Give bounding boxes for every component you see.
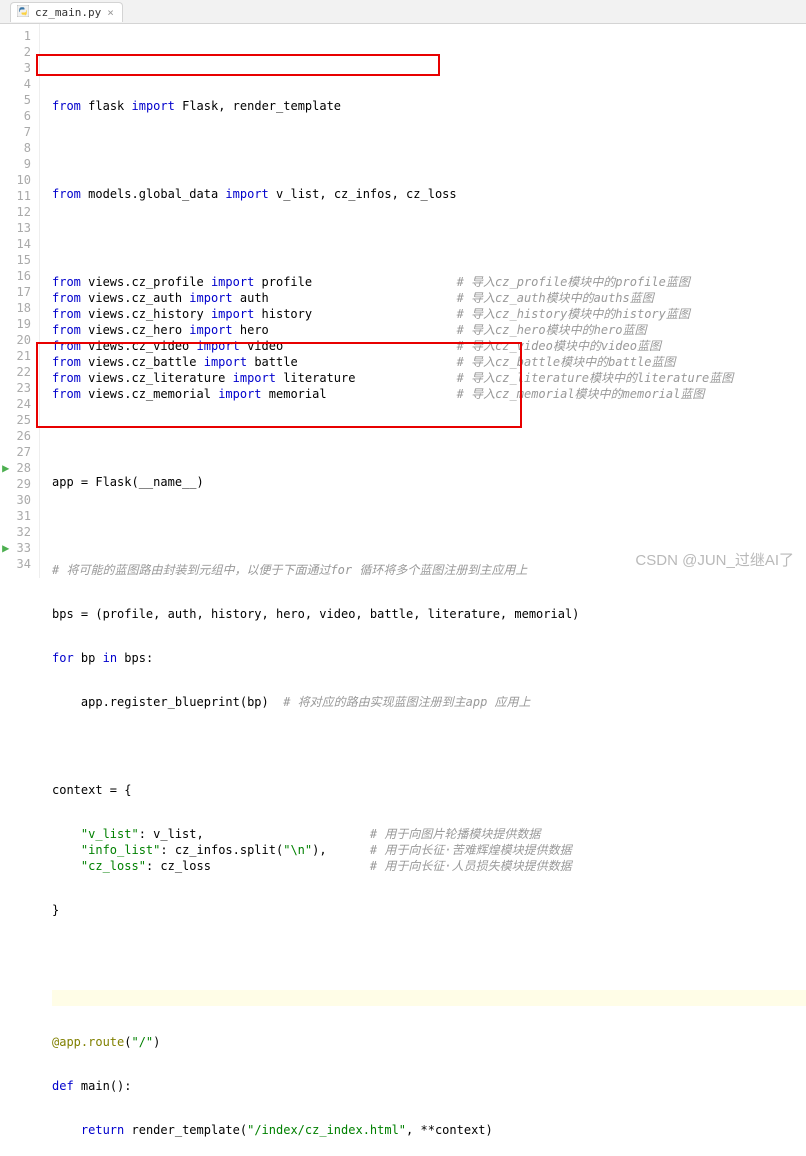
code-line: context = { xyxy=(52,782,806,798)
code-line: app = Flask(__name__) xyxy=(52,474,806,490)
code-editor[interactable]: 1234567891011121314151617181920212223242… xyxy=(0,24,806,578)
close-icon[interactable]: × xyxy=(107,6,114,19)
code-line: from views.cz_profile import profile # 导… xyxy=(52,274,806,290)
line-number: 8 xyxy=(0,140,31,156)
code-line: } xyxy=(52,902,806,918)
python-file-icon xyxy=(17,5,29,20)
line-number: 18 xyxy=(0,300,31,316)
code-line: "cz_loss": cz_loss # 用于向长征·人员损失模块提供数据 xyxy=(52,858,806,874)
line-number: 9 xyxy=(0,156,31,172)
line-number: ▶ 28 xyxy=(0,460,31,476)
code-line: "v_list": v_list, # 用于向图片轮播模块提供数据 xyxy=(52,826,806,842)
line-number: 24 xyxy=(0,396,31,412)
line-number: 3 xyxy=(0,60,31,76)
line-number: 27 xyxy=(0,444,31,460)
line-number: 21 xyxy=(0,348,31,364)
code-line: from flask import Flask, render_template xyxy=(52,98,806,114)
line-number: 31 xyxy=(0,508,31,524)
tab-filename: cz_main.py xyxy=(35,6,101,19)
file-tab[interactable]: cz_main.py × xyxy=(10,2,123,22)
highlight-box-1 xyxy=(36,54,440,76)
code-line: return render_template("/index/cz_index.… xyxy=(52,1122,806,1138)
line-number: 19 xyxy=(0,316,31,332)
code-line: # 将可能的蓝图路由封装到元组中，以便于下面通过for 循环将多个蓝图注册到主应… xyxy=(52,562,806,578)
line-number: 20 xyxy=(0,332,31,348)
line-number: 16 xyxy=(0,268,31,284)
line-number: 22 xyxy=(0,364,31,380)
line-number: 26 xyxy=(0,428,31,444)
code-line: "info_list": cz_infos.split("\n"), # 用于向… xyxy=(52,842,806,858)
code-line: from views.cz_history import history # 导… xyxy=(52,306,806,322)
line-number: 29 xyxy=(0,476,31,492)
line-number: 17 xyxy=(0,284,31,300)
line-number: 34 xyxy=(0,556,31,572)
code-line: for bp in bps: xyxy=(52,650,806,666)
line-number: 10 xyxy=(0,172,31,188)
line-number: 12 xyxy=(0,204,31,220)
line-number: 30 xyxy=(0,492,31,508)
code-line: @app.route("/") xyxy=(52,1034,806,1050)
line-gutter: 1234567891011121314151617181920212223242… xyxy=(0,24,40,578)
line-number: 7 xyxy=(0,124,31,140)
code-line: from views.cz_memorial import memorial #… xyxy=(52,386,806,402)
line-number: ▶ 33 xyxy=(0,540,31,556)
code-area[interactable]: from flask import Flask, render_template… xyxy=(40,24,806,578)
code-line: from views.cz_battle import battle # 导入c… xyxy=(52,354,806,370)
code-line: from views.cz_video import video # 导入cz_… xyxy=(52,338,806,354)
code-line: from views.cz_auth import auth # 导入cz_au… xyxy=(52,290,806,306)
line-number: 5 xyxy=(0,92,31,108)
line-number: 11 xyxy=(0,188,31,204)
line-number: 32 xyxy=(0,524,31,540)
code-line: from views.cz_hero import hero # 导入cz_he… xyxy=(52,322,806,338)
line-number: 2 xyxy=(0,44,31,60)
code-line: from models.global_data import v_list, c… xyxy=(52,186,806,202)
line-number: 14 xyxy=(0,236,31,252)
line-number: 4 xyxy=(0,76,31,92)
line-number: 15 xyxy=(0,252,31,268)
line-number: 1 xyxy=(0,28,31,44)
code-line: bps = (profile, auth, history, hero, vid… xyxy=(52,606,806,622)
code-line: from views.cz_literature import literatu… xyxy=(52,370,806,386)
code-line: app.register_blueprint(bp) # 将对应的路由实现蓝图注… xyxy=(52,694,806,710)
line-number: 23 xyxy=(0,380,31,396)
code-line: def main(): xyxy=(52,1078,806,1094)
line-number: 6 xyxy=(0,108,31,124)
line-number: 25 xyxy=(0,412,31,428)
tab-bar: cz_main.py × xyxy=(0,0,806,24)
line-number: 13 xyxy=(0,220,31,236)
